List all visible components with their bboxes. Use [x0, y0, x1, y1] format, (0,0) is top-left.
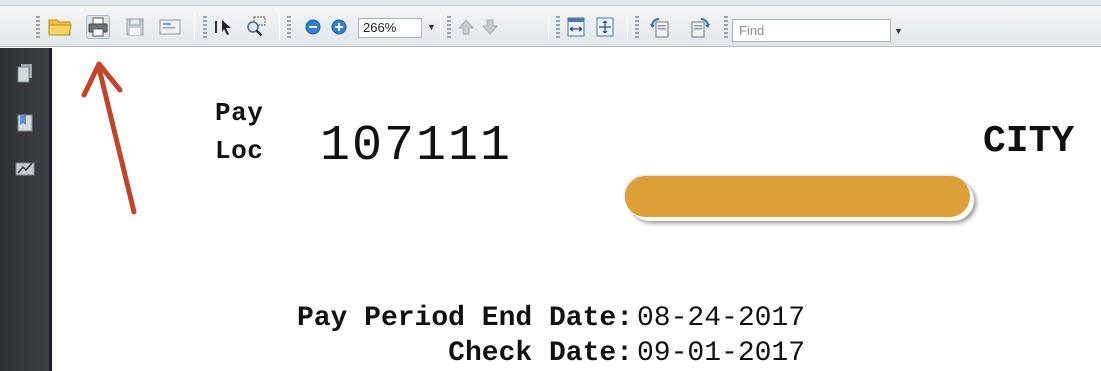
marquee-zoom-button[interactable] [244, 15, 268, 39]
signatures-panel-button[interactable] [14, 158, 36, 180]
select-tool-button[interactable] [212, 15, 236, 39]
previous-page-button[interactable] [454, 15, 478, 39]
save-icon [126, 18, 144, 36]
open-folder-button[interactable] [48, 15, 72, 39]
fit-page-button[interactable] [593, 15, 617, 39]
next-page-icon [481, 19, 499, 35]
next-page-button[interactable] [478, 15, 502, 39]
redaction-bar [625, 176, 970, 217]
toolbar-grip[interactable] [635, 16, 639, 38]
rotate-counterclockwise-button[interactable] [648, 15, 672, 39]
navigation-pane [0, 48, 52, 371]
print-icon [88, 17, 108, 37]
toolbar-grip[interactable] [447, 16, 451, 38]
fit-width-icon [567, 17, 585, 37]
marquee-zoom-icon [247, 16, 266, 37]
pay-loc-label-line1: Pay [215, 98, 264, 128]
toolbar-grip[interactable] [36, 16, 40, 38]
email-icon [159, 19, 181, 35]
save-button[interactable] [123, 15, 147, 39]
rotate-counterclockwise-icon [650, 18, 669, 38]
rotate-clockwise-icon [691, 18, 710, 38]
select-tool-icon [215, 20, 231, 35]
find-dropdown-arrow[interactable]: ▼ [894, 26, 903, 36]
bookmarks-panel-button[interactable] [14, 112, 36, 134]
fit-width-button[interactable] [564, 15, 588, 39]
pay-period-end-value: 08-24-2017 [637, 303, 806, 334]
previous-page-icon [457, 19, 475, 35]
pages-panel-button[interactable] [14, 62, 36, 84]
zoom-in-icon [331, 19, 347, 35]
toolbar-separator [440, 14, 441, 40]
toolbar-grip[interactable] [203, 16, 207, 38]
document-page: Pay Loc 107111 CITY Pay Period End Date:… [55, 48, 1101, 371]
open-folder-icon [48, 19, 72, 36]
rotate-clockwise-button[interactable] [688, 15, 712, 39]
check-date-value: 09-01-2017 [637, 338, 806, 369]
toolbar-separator [627, 14, 628, 40]
toolbar-grip[interactable] [724, 16, 728, 38]
bookmarks-icon [17, 114, 33, 132]
zoom-level-input[interactable]: 266% [358, 18, 422, 38]
signatures-icon [15, 162, 35, 176]
toolbar-grip[interactable] [287, 16, 291, 38]
pay-period-end-label: Pay Period End Date: [296, 303, 633, 334]
print-button[interactable] [86, 15, 110, 39]
zoom-out-icon [305, 19, 321, 35]
pages-icon [17, 64, 32, 83]
zoom-in-button[interactable] [327, 15, 351, 39]
fit-page-icon [596, 17, 614, 37]
find-input[interactable]: Find [732, 19, 891, 42]
zoom-dropdown-arrow[interactable]: ▼ [427, 22, 436, 32]
check-date-label: Check Date: [448, 338, 633, 369]
toolbar-grip[interactable] [556, 16, 560, 38]
email-button[interactable] [158, 15, 182, 39]
toolbar-separator [279, 14, 280, 40]
pay-loc-label-line2: Loc [215, 136, 264, 166]
zoom-out-button[interactable] [301, 15, 325, 39]
toolbar-separator [194, 14, 195, 40]
city-heading: CITY [983, 120, 1075, 163]
pay-loc-value: 107111 [320, 118, 513, 175]
toolbar: 266% ▼ Find ▼ [0, 6, 1101, 47]
toolbar-separator [548, 14, 549, 40]
